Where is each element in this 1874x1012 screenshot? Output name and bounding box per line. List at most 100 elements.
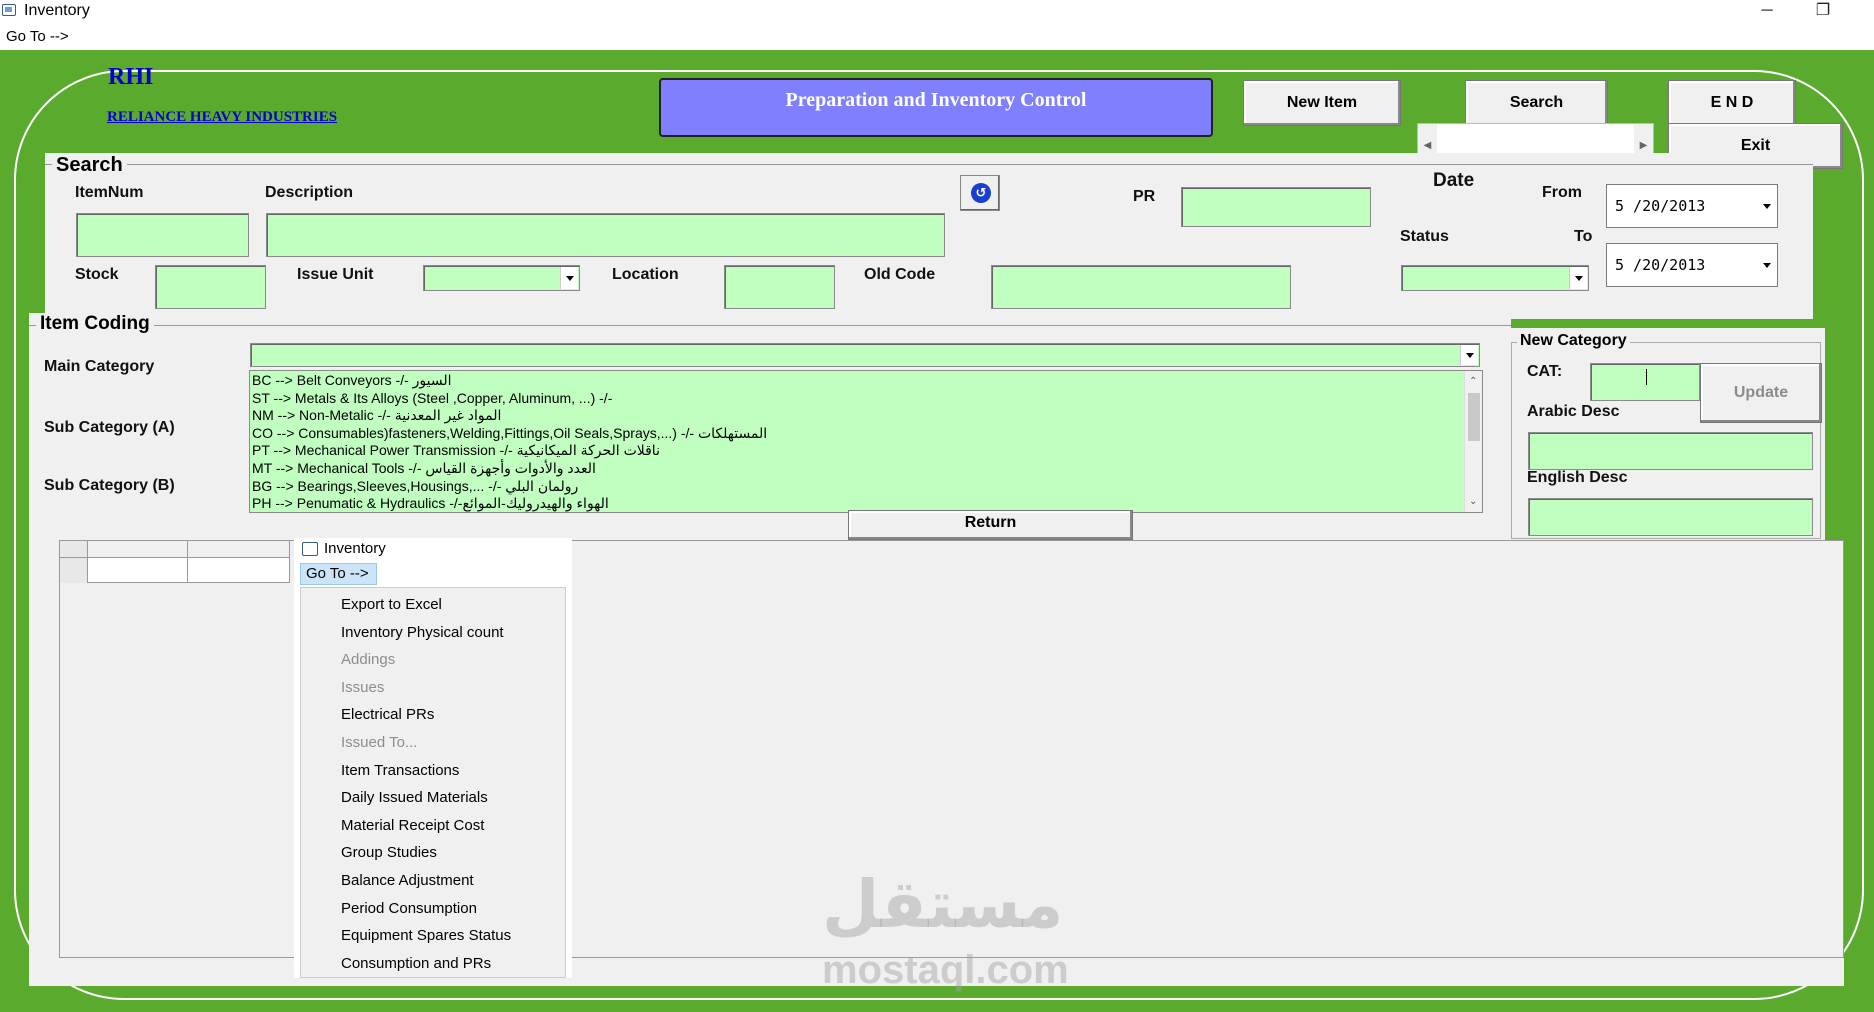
category-list-item[interactable]: ST --> Metals & Its Alloys (Steel ,Coppe… (250, 390, 1482, 408)
status-label: Status (1400, 228, 1449, 245)
minimize-button[interactable]: ─ (1744, 0, 1790, 24)
menu-item-period-consumption[interactable]: Period Consumption (301, 895, 565, 923)
restore-button[interactable]: ❐ (1800, 0, 1846, 24)
app-window-icon (2, 4, 16, 16)
issue-unit-dropdown-icon[interactable] (560, 267, 578, 289)
old-code-label: Old Code (864, 266, 936, 283)
issue-unit-label: Issue Unit (297, 266, 374, 283)
category-list-item[interactable]: CO --> Consumables)fasteners,Welding,Fit… (250, 425, 1482, 443)
arabic-desc-input[interactable] (1528, 432, 1813, 470)
search-group-border (45, 164, 1813, 165)
return-button[interactable]: Return (848, 510, 1133, 540)
menu-item-inventory-physical-count[interactable]: Inventory Physical count (301, 619, 565, 647)
brand-short: RHI (108, 64, 154, 90)
refresh-icon: ↺ (971, 183, 991, 203)
category-list-item[interactable]: MT --> Mechanical Tools -/- العدد والأدو… (250, 460, 1482, 478)
title-banner: Preparation and Inventory Control (659, 78, 1213, 137)
stock-input[interactable] (155, 265, 266, 309)
category-list-item[interactable]: BG --> Bearings,Sleeves,Housings,... -/-… (250, 478, 1482, 496)
category-listbox[interactable]: BC --> Belt Conveyors -/- السيور ST --> M… (249, 370, 1483, 513)
sub-category-a-label: Sub Category (A) (44, 419, 175, 436)
menu-item-material-receipt-cost[interactable]: Material Receipt Cost (301, 812, 565, 840)
pr-input[interactable] (1181, 187, 1371, 227)
menu-item-issues: Issues (341, 678, 385, 696)
popup-window-icon (302, 542, 318, 556)
main-category-select[interactable] (250, 343, 1480, 367)
menu-item-item-transactions[interactable]: Item Transactions (301, 757, 565, 785)
issue-unit-select[interactable] (423, 265, 580, 291)
watermark-latin: mostaql.com (822, 948, 1069, 992)
scroll-thumb[interactable] (1468, 393, 1480, 441)
stock-label: Stock (75, 266, 119, 283)
banner-text: Preparation and Inventory Control (785, 89, 1087, 111)
status-dropdown-icon[interactable] (1569, 267, 1587, 289)
english-desc-input[interactable] (1528, 498, 1813, 536)
menu-item-daily-issued-materials[interactable]: Daily Issued Materials (301, 784, 565, 812)
menu-item-group-studies[interactable]: Group Studies (301, 839, 565, 867)
popup-window: Inventory Go To --> Export to Excel Inven… (294, 538, 572, 978)
refresh-button[interactable]: ↺ (960, 175, 1000, 211)
grid-cell[interactable] (88, 558, 188, 583)
window-title: Inventory (24, 2, 90, 19)
brand-long[interactable]: RELIANCE HEAVY INDUSTRIES (107, 109, 337, 126)
sub-category-b-label: Sub Category (B) (44, 477, 175, 494)
arabic-desc-label: Arabic Desc (1527, 403, 1620, 420)
old-code-input[interactable] (991, 265, 1291, 309)
item-coding-group-title: Item Coding (36, 313, 154, 335)
category-list-item[interactable]: NM --> Non-Metalic -/- المواد غير المعدن… (250, 407, 1482, 425)
category-list-item[interactable]: BC --> Belt Conveyors -/- السيور (250, 372, 1482, 390)
grid-cell[interactable] (188, 558, 290, 583)
to-date-dropdown-icon[interactable] (1758, 245, 1776, 285)
from-date-picker[interactable]: 5 /20/2013 (1606, 184, 1778, 228)
scroll-up-arrow-icon[interactable]: ⌃ (1469, 376, 1477, 387)
location-label: Location (612, 266, 679, 283)
popup-goto-menu[interactable]: Go To --> (300, 563, 377, 585)
from-date-dropdown-icon[interactable] (1758, 186, 1776, 226)
new-category-group-title: New Category (1517, 332, 1630, 350)
item-coding-group-border (29, 325, 1511, 326)
menu-item-addings: Addings (341, 651, 396, 669)
to-date-picker[interactable]: 5 /20/2013 (1606, 243, 1778, 287)
update-button[interactable]: Update (1700, 363, 1822, 423)
from-label: From (1542, 184, 1582, 201)
grid-row-header (60, 541, 88, 583)
grid-col-header (88, 541, 188, 558)
main-category-label: Main Category (44, 358, 155, 375)
search-group-title: Search (52, 154, 127, 177)
menu-goto[interactable]: Go To --> (6, 28, 69, 45)
menu-item-issued-to: Issued To... (341, 733, 418, 751)
location-input[interactable] (724, 265, 835, 309)
end-button[interactable]: E N D (1668, 80, 1796, 126)
category-list-item[interactable]: PT --> Mechanical Power Transmission -/-… (250, 442, 1482, 460)
text-cursor (1646, 369, 1647, 385)
cat-input[interactable] (1590, 363, 1700, 401)
scroll-down-arrow-icon[interactable]: ⌄ (1469, 496, 1477, 507)
english-desc-label: English Desc (1527, 469, 1628, 486)
menu-item-electrical-prs[interactable]: Electrical PRs (301, 701, 565, 729)
listbox-scrollbar[interactable]: ⌃ ⌄ (1464, 371, 1482, 512)
to-date-value: 5 /20/2013 (1615, 256, 1706, 274)
menu-item-export-to-excel[interactable]: Export to Excel (301, 591, 565, 619)
description-input[interactable] (266, 213, 945, 257)
popup-title: Inventory (324, 540, 386, 557)
from-date-value: 5 /20/2013 (1615, 197, 1706, 215)
menu-item-balance-adjustment[interactable]: Balance Adjustment (301, 867, 565, 895)
itemnum-label: ItemNum (75, 184, 144, 201)
new-item-button[interactable]: New Item (1243, 80, 1401, 126)
description-label: Description (265, 184, 354, 201)
main-category-dropdown-icon[interactable] (1460, 345, 1478, 365)
menu-item-consumption-and-prs[interactable]: Consumption and PRs (301, 950, 565, 978)
pr-label: PR (1133, 188, 1156, 205)
to-label: To (1574, 228, 1593, 245)
title-bar: Inventory ─ ❐ (0, 0, 1874, 24)
watermark-arabic: مستقل (822, 866, 1064, 943)
search-button[interactable]: Search (1465, 80, 1608, 126)
grid-col-header (188, 541, 290, 558)
goto-dropdown-menu: Export to Excel Inventory Physical count A… (300, 587, 566, 978)
menu-item-equipment-spares-status[interactable]: Equipment Spares Status (301, 922, 565, 950)
itemnum-input[interactable] (76, 213, 249, 257)
status-select[interactable] (1401, 265, 1589, 291)
menu-bar: Go To --> (0, 26, 1874, 48)
date-label: Date (1433, 170, 1475, 191)
cat-label: CAT: (1527, 363, 1563, 380)
